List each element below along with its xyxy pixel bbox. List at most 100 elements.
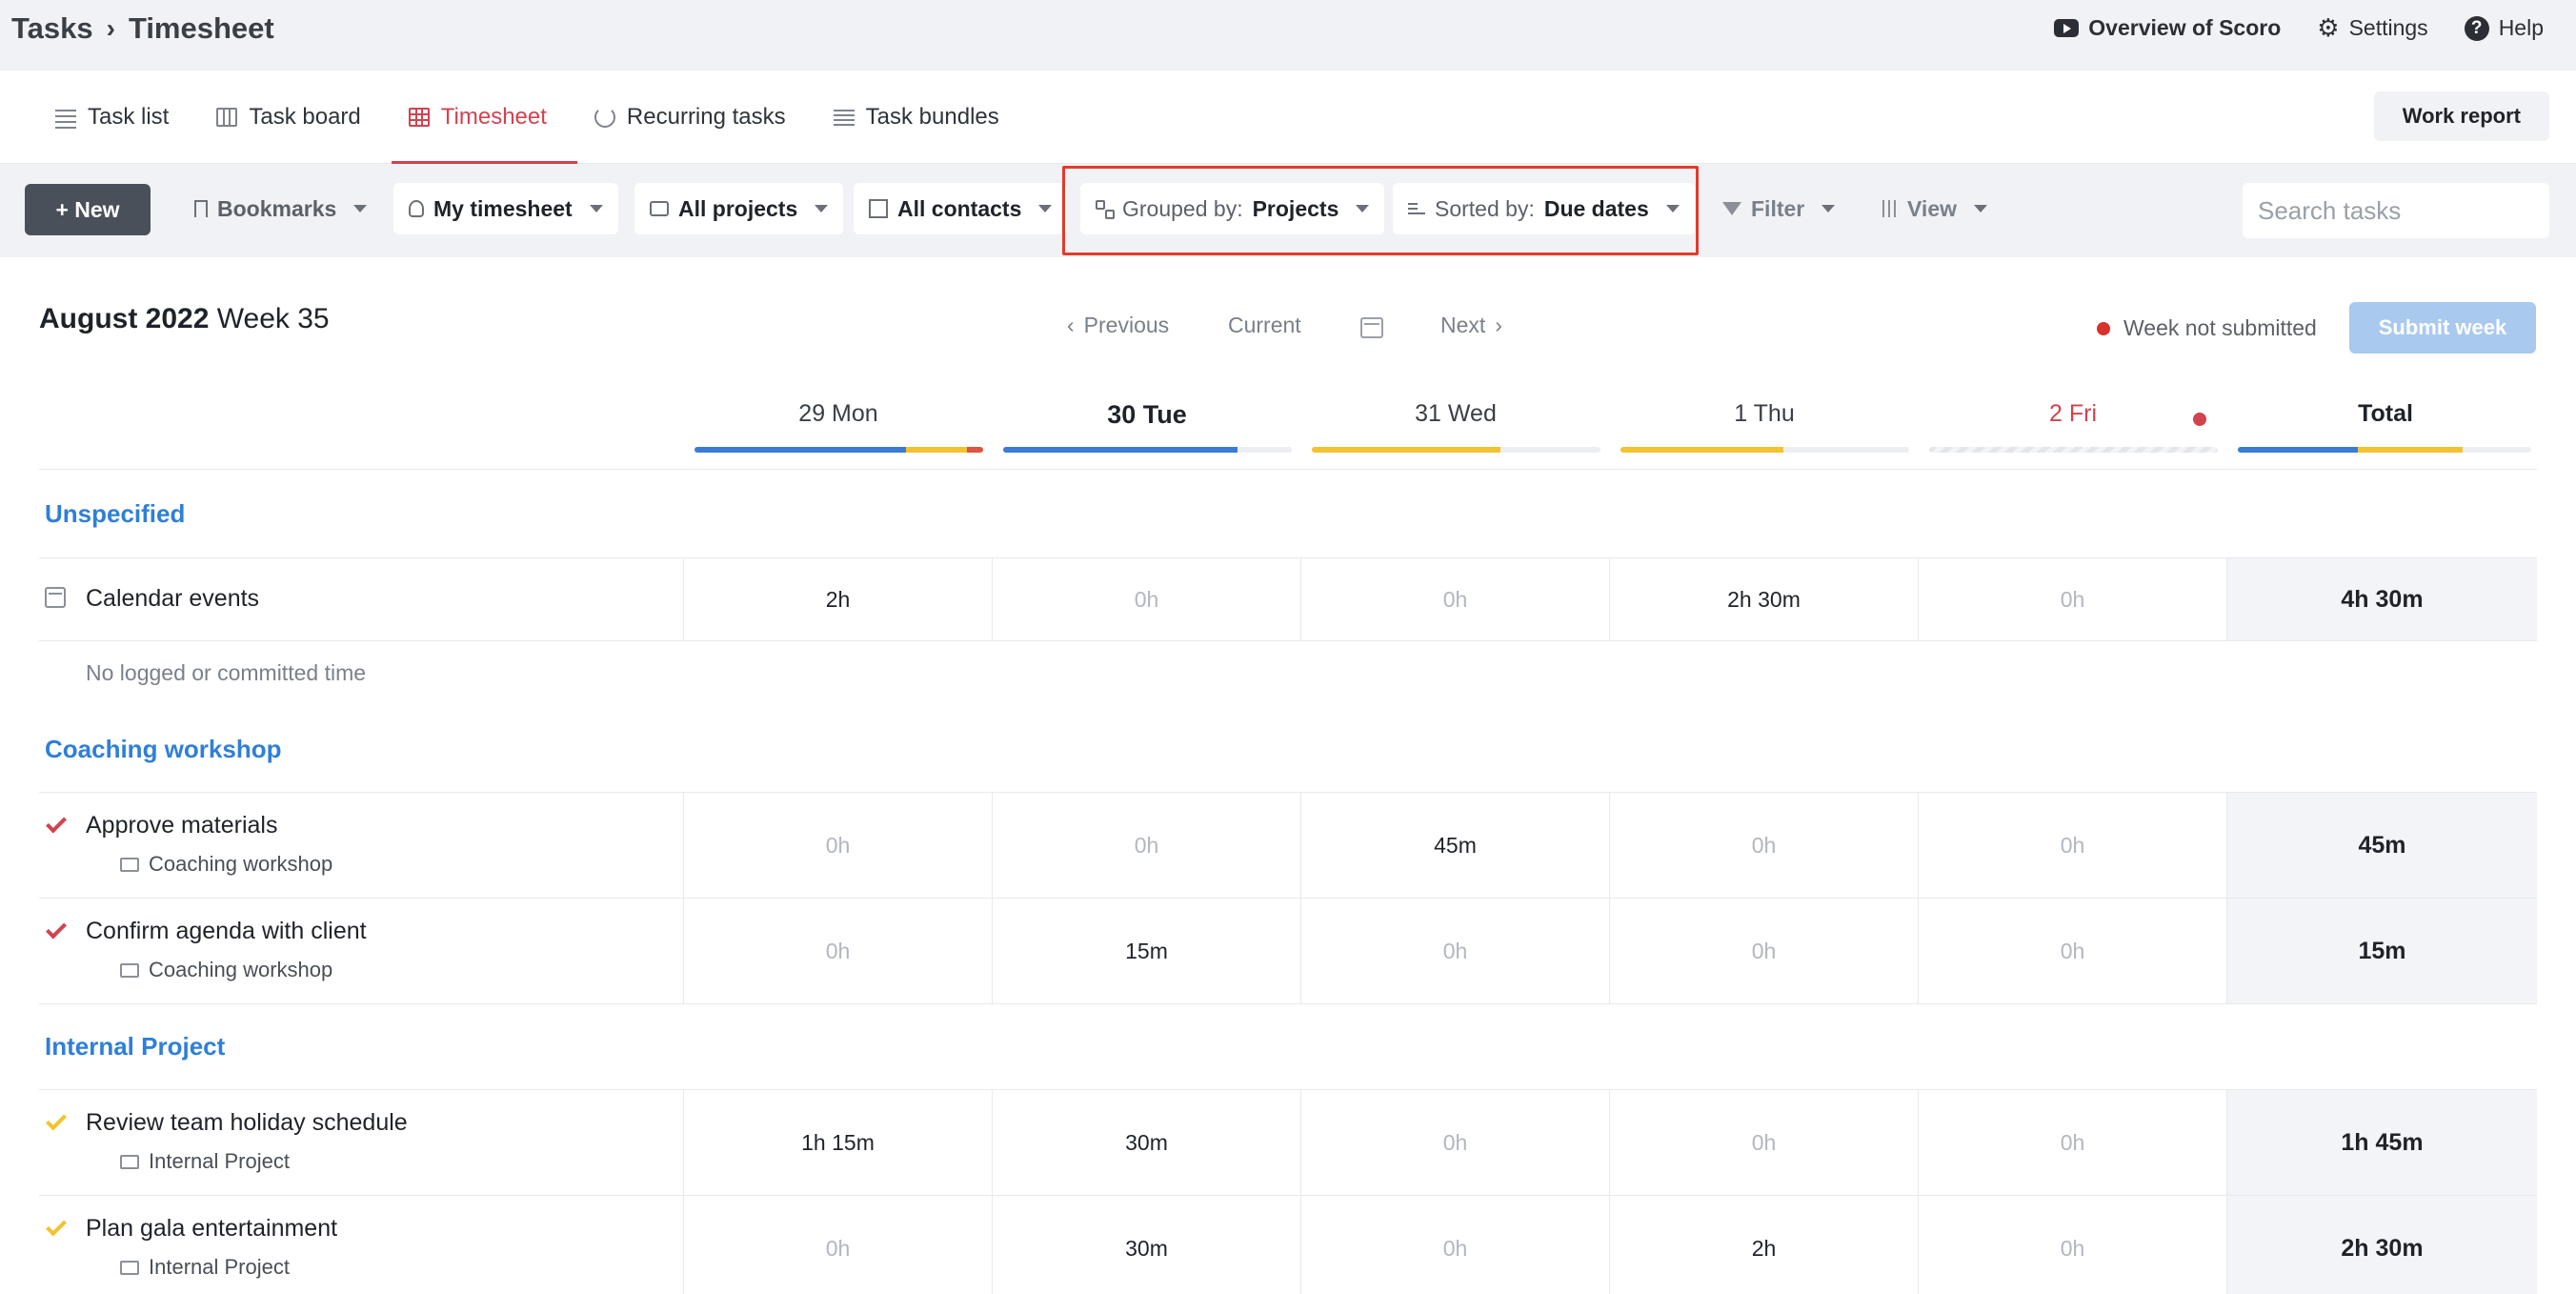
divider — [39, 640, 2537, 641]
settings-label: Settings — [2348, 15, 2428, 40]
breadcrumb-separator: › — [106, 13, 115, 43]
group-title-unspecified[interactable]: Unspecified — [45, 499, 185, 529]
day-progress-thu — [1620, 447, 1909, 453]
group-title-coaching-workshop[interactable]: Coaching workshop — [45, 735, 281, 764]
day-header-tue: 30 Tue — [1107, 400, 1187, 429]
submit-week-button[interactable]: Submit week — [2349, 302, 2536, 354]
chevron-down-icon — [1038, 205, 1053, 212]
day-progress-total — [2238, 447, 2531, 453]
tab-task-bundles[interactable]: Task bundles — [816, 71, 1030, 164]
month-label: August 2022 — [39, 303, 210, 334]
top-bar: Tasks › Timesheet Overview of Scoro ⚙ Se… — [0, 0, 2576, 71]
status-label: Week not submitted — [2123, 315, 2317, 340]
task-name[interactable]: Confirm agenda with client — [86, 918, 367, 945]
table-row: Plan gala entertainment Internal Project… — [39, 1195, 2537, 1294]
calendar-picker-icon[interactable] — [1360, 317, 1383, 338]
tab-label: Task bundles — [865, 104, 999, 130]
task-project: Internal Project — [120, 1255, 290, 1280]
task-name[interactable]: Calendar events — [86, 585, 259, 613]
time-cell[interactable]: 0h — [992, 793, 1300, 898]
day-progress-tue — [1003, 447, 1292, 453]
table-row: Confirm agenda with client Coaching work… — [39, 898, 2537, 1003]
tab-task-board[interactable]: Task board — [199, 71, 391, 164]
task-name[interactable]: Approve materials — [86, 812, 277, 839]
status-dot-icon — [2097, 321, 2110, 335]
building-icon — [869, 199, 888, 218]
time-cell[interactable]: 30m — [992, 1196, 1300, 1294]
settings-link[interactable]: ⚙ Settings — [2317, 13, 2427, 43]
tab-recurring-tasks[interactable]: Recurring tasks — [577, 71, 816, 164]
time-cell[interactable]: 0h — [1300, 1196, 1609, 1294]
search-input[interactable]: Search tasks — [2243, 183, 2549, 238]
time-cell[interactable]: 0h — [1918, 899, 2226, 1003]
time-cell[interactable]: 2h — [683, 558, 992, 640]
help-link[interactable]: ? Help — [2464, 15, 2544, 41]
current-week-button[interactable]: Current — [1228, 313, 1301, 338]
time-cell[interactable]: 0h — [683, 1196, 992, 1294]
time-cell[interactable]: 0h — [1918, 1090, 2226, 1195]
time-cell[interactable]: 0h — [1300, 899, 1609, 1003]
time-cell[interactable]: 0h — [1918, 558, 2226, 640]
time-cell[interactable]: 1h 15m — [683, 1090, 992, 1195]
highlight-box — [1062, 166, 1699, 255]
time-cell[interactable]: 2h 30m — [1609, 558, 1918, 640]
task-project-label[interactable]: Internal Project — [149, 1149, 290, 1174]
time-cell[interactable]: 0h — [1918, 793, 2226, 898]
time-cell[interactable]: 30m — [992, 1090, 1300, 1195]
tab-label: Recurring tasks — [626, 104, 786, 130]
overview-link[interactable]: Overview of Scoro — [2054, 15, 2281, 41]
task-project: Coaching workshop — [120, 958, 332, 982]
time-cell[interactable]: 0h — [683, 899, 992, 1003]
day-progress-wed — [1312, 447, 1600, 453]
bookmarks-dropdown[interactable]: Bookmarks — [179, 183, 382, 234]
all-projects-label: All projects — [678, 195, 798, 221]
task-project-label[interactable]: Coaching workshop — [149, 852, 332, 877]
all-contacts-dropdown[interactable]: All contacts — [854, 183, 1068, 234]
time-cell[interactable]: 45m — [1300, 793, 1609, 898]
week-status: Week not submitted — [2097, 315, 2317, 341]
breadcrumb-tasks[interactable]: Tasks — [11, 11, 93, 46]
time-cell[interactable]: 0h — [1609, 793, 1918, 898]
task-project-label[interactable]: Coaching workshop — [149, 958, 332, 982]
board-icon — [216, 108, 238, 127]
time-cell[interactable]: 0h — [1918, 1196, 2226, 1294]
tab-timesheet[interactable]: Timesheet — [391, 71, 578, 164]
time-cell[interactable]: 0h — [1300, 1090, 1609, 1195]
page-title: Timesheet — [128, 11, 274, 45]
time-cell[interactable]: 0h — [1609, 1090, 1918, 1195]
group-title-internal-project[interactable]: Internal Project — [45, 1032, 225, 1061]
grid-icon — [408, 108, 430, 127]
filter-icon — [1722, 202, 1741, 215]
task-name[interactable]: Plan gala entertainment — [86, 1215, 337, 1243]
filter-dropdown[interactable]: Filter — [1707, 183, 1850, 234]
task-project-label[interactable]: Internal Project — [149, 1255, 290, 1280]
view-dropdown[interactable]: View — [1865, 183, 2002, 234]
next-week-button[interactable]: Next › — [1440, 313, 1502, 338]
time-cell[interactable]: 2h — [1609, 1196, 1918, 1294]
day-header-mon: 29 Mon — [798, 400, 878, 427]
tab-task-list[interactable]: Task list — [38, 71, 199, 164]
overview-label: Overview of Scoro — [2088, 15, 2282, 40]
task-name[interactable]: Review team holiday schedule — [86, 1109, 408, 1137]
task-project: Internal Project — [120, 1149, 290, 1174]
work-report-button[interactable]: Work report — [2373, 91, 2549, 141]
time-cell[interactable]: 0h — [683, 793, 992, 898]
time-cell[interactable]: 0h — [1300, 558, 1609, 640]
my-timesheet-label: My timesheet — [433, 195, 573, 221]
row-total: 2h 30m — [2226, 1196, 2537, 1294]
my-timesheet-dropdown[interactable]: My timesheet — [393, 183, 618, 234]
chevron-down-icon — [815, 205, 829, 212]
chevron-down-icon — [1821, 205, 1836, 212]
current-label: Current — [1228, 313, 1301, 337]
time-cell[interactable]: 15m — [992, 899, 1300, 1003]
row-total: 15m — [2226, 899, 2537, 1003]
chevron-down-icon — [1974, 205, 1987, 212]
time-cell[interactable]: 0h — [992, 558, 1300, 640]
new-button[interactable]: + New — [25, 184, 151, 235]
top-actions: Overview of Scoro ⚙ Settings ? Help — [2054, 13, 2544, 43]
view-settings-icon — [1881, 200, 1898, 217]
previous-week-button[interactable]: ‹ Previous — [1067, 313, 1169, 338]
bundle-icon — [833, 108, 855, 127]
time-cell[interactable]: 0h — [1609, 899, 1918, 1003]
all-projects-dropdown[interactable]: All projects — [634, 183, 844, 234]
